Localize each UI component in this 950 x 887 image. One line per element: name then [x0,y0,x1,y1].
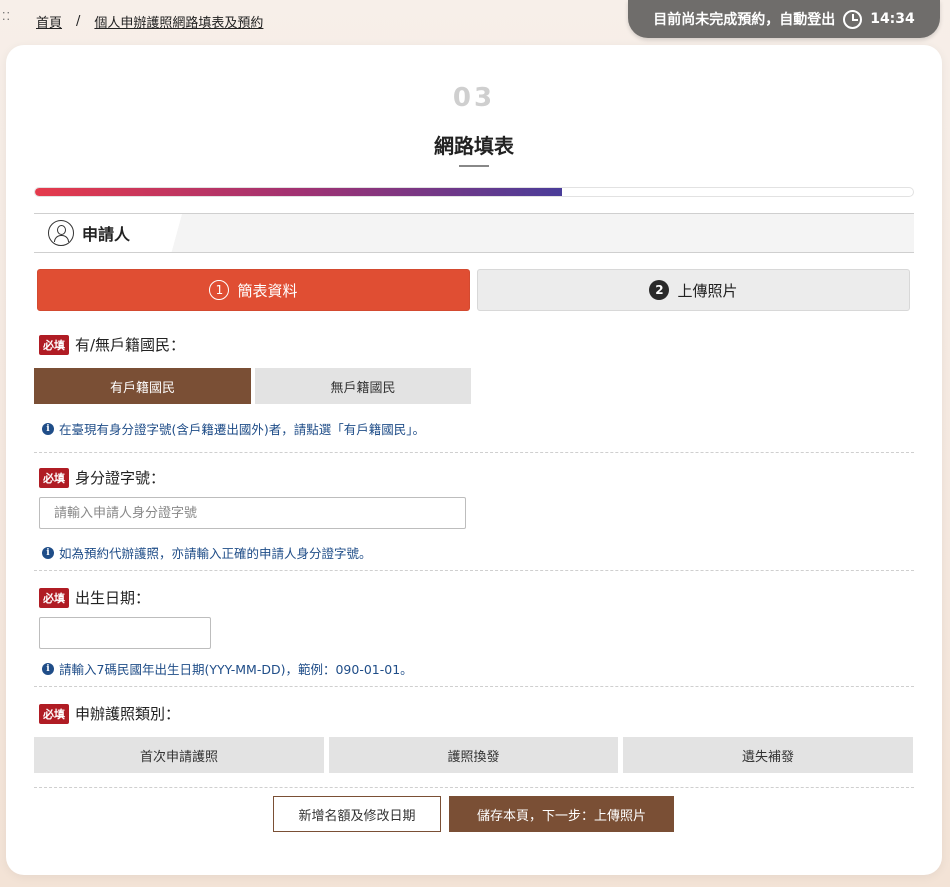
section-divider [34,452,914,453]
household-hint-text: 在臺現有身分證字號(含戶籍遷出國外)者，請點選「有戶籍國民」。 [59,422,426,437]
tab-step-number-icon: 2 [649,280,670,300]
tab-label: 簡表資料 [237,281,298,300]
id-number-field-label: 必填 身分證字號： [39,467,165,488]
form-card: 03 網路填表 申請人 1 簡表資料 2 上傳照片 必填 有/無戶籍國民： 有戶… [6,45,942,875]
save-next-button[interactable]: 儲存本頁，下一步：上傳照片 [449,796,674,832]
household-no-button[interactable]: 無戶籍國民 [255,368,471,404]
tab-step-number-icon: 1 [209,280,230,300]
drag-handle-icon: ⁚⁚ [2,10,11,23]
id-number-input[interactable] [39,497,466,529]
birth-date-field-label: 必填 出生日期： [39,587,150,608]
progress-bar-fill [35,188,562,196]
section-tab-applicant: 申請人 [34,214,182,252]
title-underline [459,165,489,167]
section-divider [34,787,914,788]
passport-renewal-button[interactable]: 護照換發 [329,737,618,773]
required-badge: 必填 [39,467,69,488]
tab-label: 上傳照片 [677,281,738,300]
breadcrumb-current-link[interactable]: 個人申辦護照網路填表及預約 [94,12,263,31]
add-quota-modify-date-button[interactable]: 新增名額及修改日期 [273,796,441,832]
step-number: 03 [452,83,496,113]
passport-lost-replacement-button[interactable]: 遺失補發 [623,737,913,773]
id-number-label-text: 身分證字號： [75,469,166,487]
required-badge: 必填 [39,334,69,355]
section-divider [34,570,914,571]
person-icon [48,220,74,246]
info-icon: i [42,422,54,435]
required-badge: 必填 [39,703,69,724]
auto-logout-timer: 目前尚未完成預約，自動登出 14:34 [628,0,940,38]
birth-date-input[interactable] [39,617,211,649]
birth-date-hint: i 請輸入7碼民國年出生日期(YYY-MM-DD)，範例：090-01-01。 [42,659,413,678]
breadcrumb-home-link[interactable]: 首頁 [36,12,62,31]
household-yes-button[interactable]: 有戶籍國民 [34,368,251,404]
household-label-text: 有/無戶籍國民： [75,336,186,354]
required-badge: 必填 [39,587,69,608]
breadcrumb: 首頁 / 個人申辦護照網路填表及預約 [36,12,263,31]
passport-first-apply-button[interactable]: 首次申請護照 [34,737,324,773]
step-title: 網路填表 [434,134,514,158]
breadcrumb-separator: / [76,14,81,29]
passport-type-label-text: 申辦護照類別： [75,705,181,723]
section-header: 申請人 [34,213,914,253]
birth-date-hint-text: 請輸入7碼民國年出生日期(YYY-MM-DD)，範例：090-01-01。 [59,662,413,677]
household-field-label: 必填 有/無戶籍國民： [39,334,185,355]
section-divider [34,686,914,687]
timer-time: 14:34 [870,11,915,27]
household-hint: i 在臺現有身分證字號(含戶籍遷出國外)者，請點選「有戶籍國民」。 [42,419,425,438]
passport-type-field-label: 必填 申辦護照類別： [39,703,180,724]
tab-basic-info[interactable]: 1 簡表資料 [37,269,470,311]
id-number-hint: i 如為預約代辦護照，亦請輸入正確的申請人身分證字號。 [42,543,372,562]
info-icon: i [42,546,54,559]
progress-bar [34,187,914,197]
birth-date-label-text: 出生日期： [75,589,151,607]
id-number-hint-text: 如為預約代辦護照，亦請輸入正確的申請人身分證字號。 [59,546,372,561]
info-icon: i [42,662,54,675]
section-title: 申請人 [82,225,131,244]
tab-upload-photo[interactable]: 2 上傳照片 [477,269,910,311]
timer-message: 目前尚未完成預約，自動登出 [653,12,836,28]
clock-icon [843,9,863,29]
